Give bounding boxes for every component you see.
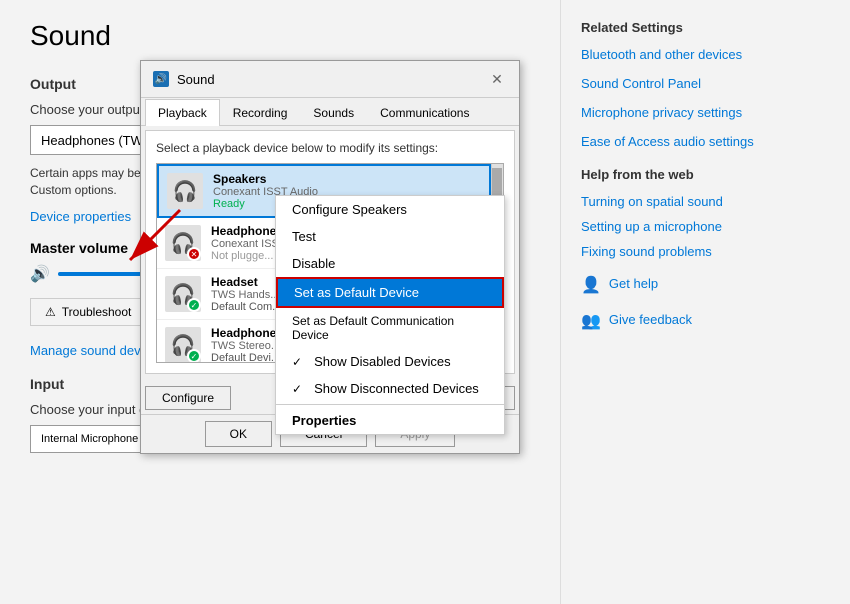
setup-microphone-link[interactable]: Setting up a microphone bbox=[581, 219, 830, 234]
warning-icon: ⚠ bbox=[45, 305, 56, 319]
ctx-separator bbox=[276, 404, 504, 405]
ctx-show-disabled[interactable]: Show Disabled Devices bbox=[276, 348, 504, 375]
volume-icon: 🔊 bbox=[30, 264, 50, 284]
right-panel: Related Settings Bluetooth and other dev… bbox=[560, 0, 850, 604]
ctx-show-disconnected[interactable]: Show Disconnected Devices bbox=[276, 375, 504, 402]
ctx-set-default-comm[interactable]: Set as Default Communication Device bbox=[276, 308, 504, 348]
device-badge-green2: ✓ bbox=[187, 349, 201, 362]
ctx-set-default-device[interactable]: Set as Default Device bbox=[276, 277, 504, 308]
device-badge-red: ✕ bbox=[187, 247, 201, 261]
ctx-disable[interactable]: Disable bbox=[276, 250, 504, 277]
get-help-link[interactable]: Get help bbox=[609, 276, 658, 293]
dialog-title-area: 🔊 Sound bbox=[153, 71, 215, 87]
page-title: Sound bbox=[30, 20, 530, 52]
ctx-configure-speakers[interactable]: Configure Speakers bbox=[276, 196, 504, 223]
related-settings-title: Related Settings bbox=[581, 20, 830, 35]
tab-recording[interactable]: Recording bbox=[220, 99, 301, 126]
help-from-web-title: Help from the web bbox=[581, 167, 830, 182]
sound-control-panel-link[interactable]: Sound Control Panel bbox=[581, 76, 830, 93]
settings-page: Sound Output Choose your output d Headph… bbox=[0, 0, 850, 604]
troubleshoot-button[interactable]: ⚠ Troubleshoot bbox=[30, 298, 146, 326]
device-badge-green1: ✓ bbox=[187, 298, 201, 312]
device-avatar-headset: 🎧 ✓ bbox=[165, 276, 201, 312]
tab-communications[interactable]: Communications bbox=[367, 99, 482, 126]
dialog-instruction: Select a playback device below to modify… bbox=[156, 141, 504, 155]
context-menu: Configure Speakers Test Disable Set as D… bbox=[275, 195, 505, 435]
feedback-icon: 👥 bbox=[581, 311, 601, 331]
ok-button[interactable]: OK bbox=[205, 421, 272, 447]
tab-playback[interactable]: Playback bbox=[145, 99, 220, 126]
dialog-close-button[interactable]: ✕ bbox=[487, 69, 507, 89]
configure-button[interactable]: Configure bbox=[145, 386, 231, 410]
bluetooth-devices-link[interactable]: Bluetooth and other devices bbox=[581, 47, 830, 64]
ease-of-access-link[interactable]: Ease of Access audio settings bbox=[581, 134, 830, 151]
dialog-tabs: Playback Recording Sounds Communications bbox=[141, 98, 519, 126]
spatial-sound-link[interactable]: Turning on spatial sound bbox=[581, 194, 830, 209]
device-avatar-headphone2: 🎧 ✓ bbox=[165, 327, 201, 362]
dialog-title: Sound bbox=[177, 72, 215, 87]
device-avatar-headphone1: 🎧 ✕ bbox=[165, 225, 201, 261]
fix-sound-link[interactable]: Fixing sound problems bbox=[581, 244, 830, 259]
ctx-test[interactable]: Test bbox=[276, 223, 504, 250]
get-help-icon: 👤 bbox=[581, 275, 601, 295]
dialog-titlebar: 🔊 Sound ✕ bbox=[141, 61, 519, 98]
feedback-row: 👥 Give feedback bbox=[581, 311, 830, 331]
ctx-properties[interactable]: Properties bbox=[276, 407, 504, 434]
manage-sound-devices-link[interactable]: Manage sound devic bbox=[30, 343, 150, 358]
feedback-link[interactable]: Give feedback bbox=[609, 312, 692, 329]
get-help-row: 👤 Get help bbox=[581, 275, 830, 295]
tab-sounds[interactable]: Sounds bbox=[300, 99, 367, 126]
device-avatar-speakers: 🎧 bbox=[167, 173, 203, 209]
microphone-privacy-link[interactable]: Microphone privacy settings bbox=[581, 105, 830, 122]
sound-dialog-icon: 🔊 bbox=[153, 71, 169, 87]
